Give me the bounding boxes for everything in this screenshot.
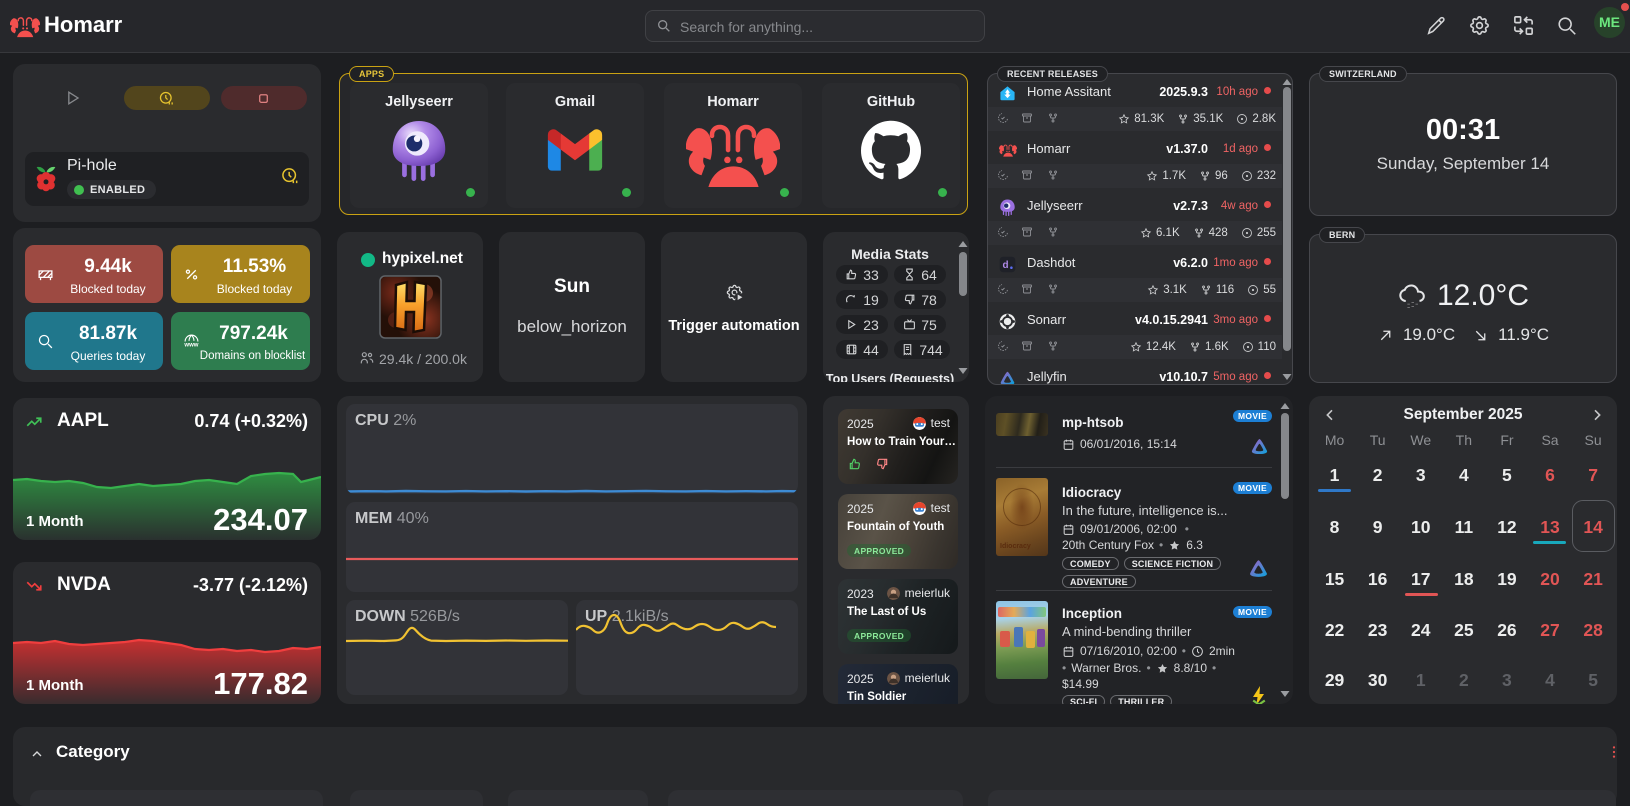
svg-text:d: d xyxy=(1003,260,1009,271)
svg-text:www: www xyxy=(183,342,198,348)
